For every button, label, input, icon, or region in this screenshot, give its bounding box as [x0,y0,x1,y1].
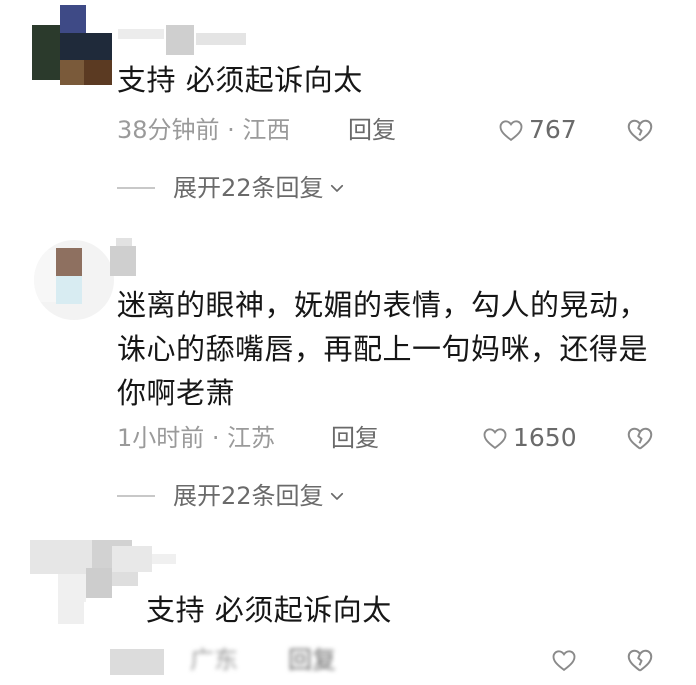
heart-outline-icon [552,650,576,672]
like-button[interactable]: 767 [497,113,577,147]
expand-replies-button[interactable]: 展开22条回复 [117,479,346,513]
comment-text: 支持 必须起诉向太 [146,593,392,627]
comment-item: 支持 必须起诉向太 38分钟前 · 江西 回复 767 展开22条回复 [0,0,696,220]
like-count: 767 [529,115,577,144]
comment-meta: 广东 回复 [110,643,670,677]
divider-line [117,187,155,189]
divider-line [117,495,155,497]
broken-heart-icon[interactable] [625,645,655,675]
like-button[interactable]: 1650 [481,421,577,455]
chevron-down-icon [330,492,343,500]
comment-item: 支持 必须起诉向太 广东 回复 [0,530,696,685]
heart-outline-icon [483,428,507,450]
username[interactable] [110,238,170,278]
expand-replies-label: 展开22条回复 [173,174,324,202]
chevron-down-icon [330,184,343,192]
broken-heart-icon[interactable] [625,423,655,453]
reply-button[interactable]: 回复 [331,421,379,455]
broken-heart-icon[interactable] [625,115,655,145]
comment-text: 迷离的眼神，妩媚的表情，勾人的晃动，诛心的舔嘴唇，再配上一句妈咪，还得是你啊老萧 [117,288,649,410]
reply-button[interactable]: 回复 [288,643,336,677]
expand-replies-button[interactable]: 展开22条回复 [117,171,346,205]
comment-meta: 38分钟前 · 江西 回复 767 [117,113,677,147]
comment-time-location: 广东 [190,646,238,674]
username[interactable] [112,542,192,582]
comment-text: 支持 必须起诉向太 [117,63,363,97]
comment-item: 迷离的眼神，妩媚的表情，勾人的晃动，诛心的舔嘴唇，再配上一句妈咪，还得是你啊老萧… [0,230,696,520]
heart-outline-icon [499,120,523,142]
time-placeholder [110,649,164,675]
avatar[interactable] [32,5,112,85]
reply-button[interactable]: 回复 [348,113,396,147]
expand-replies-label: 展开22条回复 [173,482,324,510]
comment-time-location: 1小时前 · 江苏 [117,424,276,452]
like-count: 1650 [513,423,577,452]
avatar[interactable] [34,240,114,320]
comment-meta: 1小时前 · 江苏 回复 1650 [117,421,677,455]
comment-time-location: 38分钟前 · 江西 [117,116,291,144]
like-button[interactable] [550,643,578,677]
username[interactable] [118,15,278,57]
